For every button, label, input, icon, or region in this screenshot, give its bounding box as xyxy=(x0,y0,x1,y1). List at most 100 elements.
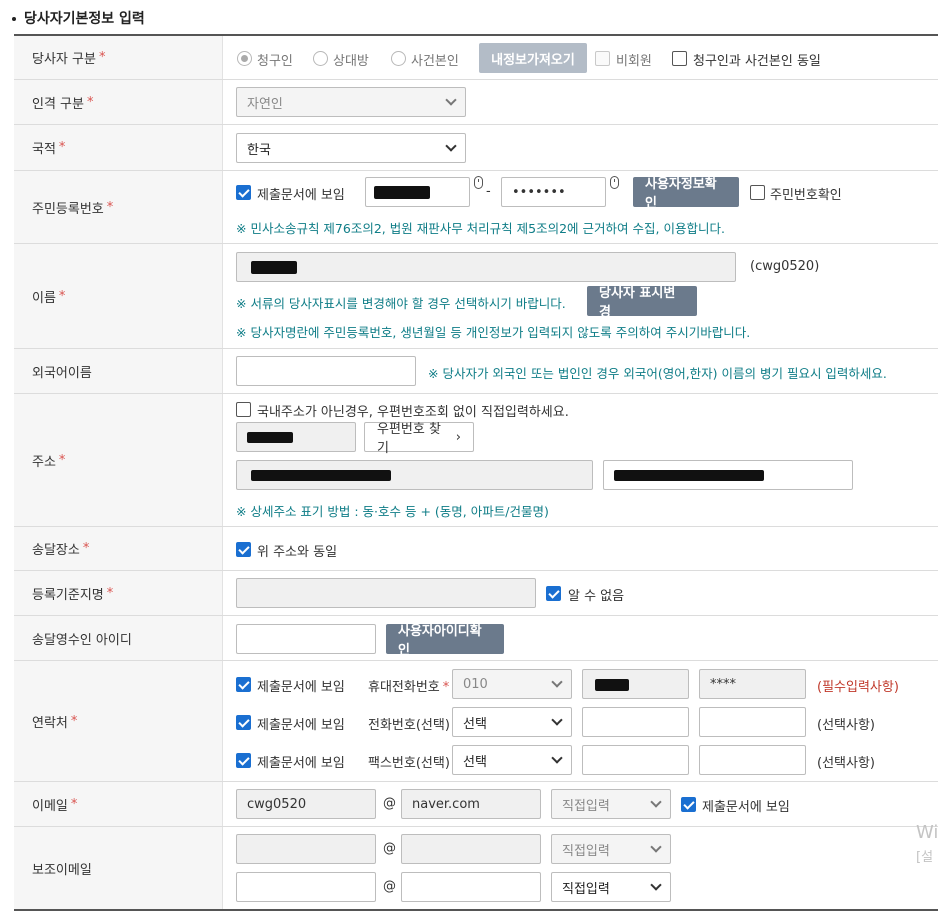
watermark-text: Wi xyxy=(916,822,938,843)
phone-last-input[interactable] xyxy=(699,707,806,737)
delivery-same-checkbox[interactable] xyxy=(236,542,251,557)
fax-optional-text: (선택사항) xyxy=(817,756,875,771)
nationality-label: 국적 * xyxy=(14,125,223,170)
fax-mid-input[interactable] xyxy=(582,745,689,775)
overseas-address-checkbox[interactable] xyxy=(236,402,251,417)
party-type-label: 당사자 구분 * xyxy=(14,36,223,79)
user-info-check-button[interactable]: 사용자정보확인 xyxy=(633,177,739,211)
contact-show-label: 제출문서에 보임 xyxy=(257,718,345,733)
radio-opponent[interactable] xyxy=(313,51,328,66)
section-title: 당사자기본정보 입력 xyxy=(12,8,145,28)
rrn-note: ※ 민사소송규칙 제76조의2, 법원 재판사무 처리규칙 제5조의2에 근거하… xyxy=(236,221,725,236)
row-party-type: 당사자 구분 * 청구인 상대방 사건본인 내정보가져오기 비회원 청구인과 사건… xyxy=(14,36,938,80)
nonmember-label: 비회원 xyxy=(616,54,652,69)
radio-claimant[interactable] xyxy=(237,51,252,66)
person-type-label: 인격 구분 * xyxy=(14,80,223,124)
delivery-label: 송달장소 * xyxy=(14,527,223,570)
foreign-name-note: ※ 당사자가 외국인 또는 법인인 경우 외국어(영어,한자) 이름의 병기 필… xyxy=(428,366,887,381)
radio-claimant-label: 청구인 xyxy=(257,54,293,69)
mobile-last-input[interactable]: **** xyxy=(699,669,806,699)
redacted-block xyxy=(251,470,391,481)
email-label: 이메일 * xyxy=(14,782,223,826)
party-display-change-button[interactable]: 당사자 표시변경 xyxy=(587,286,697,320)
foreign-name-input[interactable] xyxy=(236,356,416,386)
chevron-down-icon xyxy=(650,841,662,853)
rrn-front-input[interactable] xyxy=(365,177,470,207)
name-label: 이름 * xyxy=(14,244,223,348)
fax-prefix-select[interactable]: 선택 xyxy=(452,745,572,775)
sub-email-domain-input-2[interactable] xyxy=(401,872,541,902)
mobile-mid-input[interactable] xyxy=(582,669,689,699)
sub-email-local-input-2[interactable] xyxy=(236,872,376,902)
rrn-check-checkbox[interactable] xyxy=(750,185,765,200)
chevron-down-icon xyxy=(650,879,662,891)
row-foreign-name: 외국어이름 ※ 당사자가 외국인 또는 법인인 경우 외국어(영어,한자) 이름… xyxy=(14,349,938,394)
nonmember-checkbox[interactable] xyxy=(595,51,610,66)
name-note1: ※ 서류의 당사자표시를 변경해야 할 경우 선택하시기 바랍니다. xyxy=(236,296,566,311)
zip-search-button[interactable]: 우편번호 찾기 › xyxy=(364,422,474,456)
rrn-show-checkbox[interactable] xyxy=(236,185,251,200)
same-person-checkbox[interactable] xyxy=(672,51,687,66)
contact-show-checkbox[interactable] xyxy=(236,753,251,768)
row-name: 이름 * (cwg0520) ※ 서류의 당사자표시를 변경해야 할 경우 선택하… xyxy=(14,244,938,349)
email-show-checkbox[interactable] xyxy=(681,797,696,812)
row-reg-place: 등록기준지명 * 알 수 없음 xyxy=(14,571,938,616)
mouse-icon xyxy=(474,176,483,189)
row-email: 이메일 * cwg0520 @ naver.com 직접입력 제출문서에 보임 xyxy=(14,782,938,827)
email-domain-input[interactable]: naver.com xyxy=(401,789,541,819)
radio-subject-label: 사건본인 xyxy=(411,54,459,69)
load-my-info-button[interactable]: 내정보가져오기 xyxy=(479,43,587,73)
watermark-subtext: [설 xyxy=(916,850,934,865)
radio-subject[interactable] xyxy=(391,51,406,66)
rrn-dash: - xyxy=(486,184,491,199)
reg-place-input[interactable] xyxy=(236,578,536,608)
receiver-id-input[interactable] xyxy=(236,624,376,654)
section-title-text: 당사자기본정보 입력 xyxy=(24,11,145,27)
radio-opponent-label: 상대방 xyxy=(333,54,369,69)
chevron-down-icon xyxy=(445,140,457,152)
party-form: 당사자 구분 * 청구인 상대방 사건본인 내정보가져오기 비회원 청구인과 사건… xyxy=(14,34,938,911)
name-input[interactable] xyxy=(236,252,736,282)
address-input[interactable] xyxy=(236,460,593,490)
sub-email-domain-input-1[interactable] xyxy=(401,834,541,864)
foreign-name-label: 외국어이름 xyxy=(14,349,223,393)
reg-unknown-checkbox[interactable] xyxy=(546,586,561,601)
sub-email-select-1[interactable]: 직접입력 xyxy=(551,834,671,864)
nationality-select[interactable]: 한국 xyxy=(236,133,466,163)
contact-show-checkbox[interactable] xyxy=(236,715,251,730)
rrn-show-label: 제출문서에 보임 xyxy=(257,188,345,203)
row-sub-email: 보조이메일 @ 직접입력 @ 직접입력 xyxy=(14,827,938,911)
phone-prefix-select[interactable]: 선택 xyxy=(452,707,572,737)
contact-show-label: 제출문서에 보임 xyxy=(257,756,345,771)
redacted-block xyxy=(595,679,629,691)
fax-last-input[interactable] xyxy=(699,745,806,775)
mobile-required-text: (필수입력사항) xyxy=(817,680,899,695)
rrn-check-label: 주민번호확인 xyxy=(770,188,842,203)
reg-place-label: 등록기준지명 * xyxy=(14,571,223,615)
sub-email-select-2[interactable]: 직접입력 xyxy=(551,872,671,902)
reg-unknown-label: 알 수 없음 xyxy=(568,589,625,604)
email-domain-select[interactable]: 직접입력 xyxy=(551,789,671,819)
sub-email-at: @ xyxy=(383,841,396,856)
zip-input[interactable] xyxy=(236,422,356,452)
mouse-icon xyxy=(610,176,619,189)
redacted-block xyxy=(251,261,297,274)
sub-email-local-input-1[interactable] xyxy=(236,834,376,864)
row-contact: 연락처 * 제출문서에 보임 휴대전화번호 * 010 **** (필수입력사항) … xyxy=(14,661,938,782)
email-local-input[interactable]: cwg0520 xyxy=(236,789,376,819)
email-at: @ xyxy=(383,796,396,811)
rrn-label: 주민등록번호 * xyxy=(14,171,223,243)
person-type-select[interactable]: 자연인 xyxy=(236,87,466,117)
address-note: ※ 상세주소 표기 방법 : 동·호수 등 + (동명, 아파트/건물명) xyxy=(236,504,549,519)
phone-mid-input[interactable] xyxy=(582,707,689,737)
rrn-back-input[interactable]: ••••••• xyxy=(501,177,606,207)
row-person-type: 인격 구분 * 자연인 xyxy=(14,80,938,125)
contact-show-checkbox[interactable] xyxy=(236,677,251,692)
user-id-check-button[interactable]: 사용자아이디확인 xyxy=(386,624,504,658)
address-detail-input[interactable] xyxy=(603,460,853,490)
mobile-prefix-select[interactable]: 010 xyxy=(452,669,572,699)
redacted-block xyxy=(247,432,293,443)
same-person-label: 청구인과 사건본인 동일 xyxy=(693,54,821,69)
chevron-down-icon xyxy=(551,676,563,688)
sub-email-at: @ xyxy=(383,879,396,894)
